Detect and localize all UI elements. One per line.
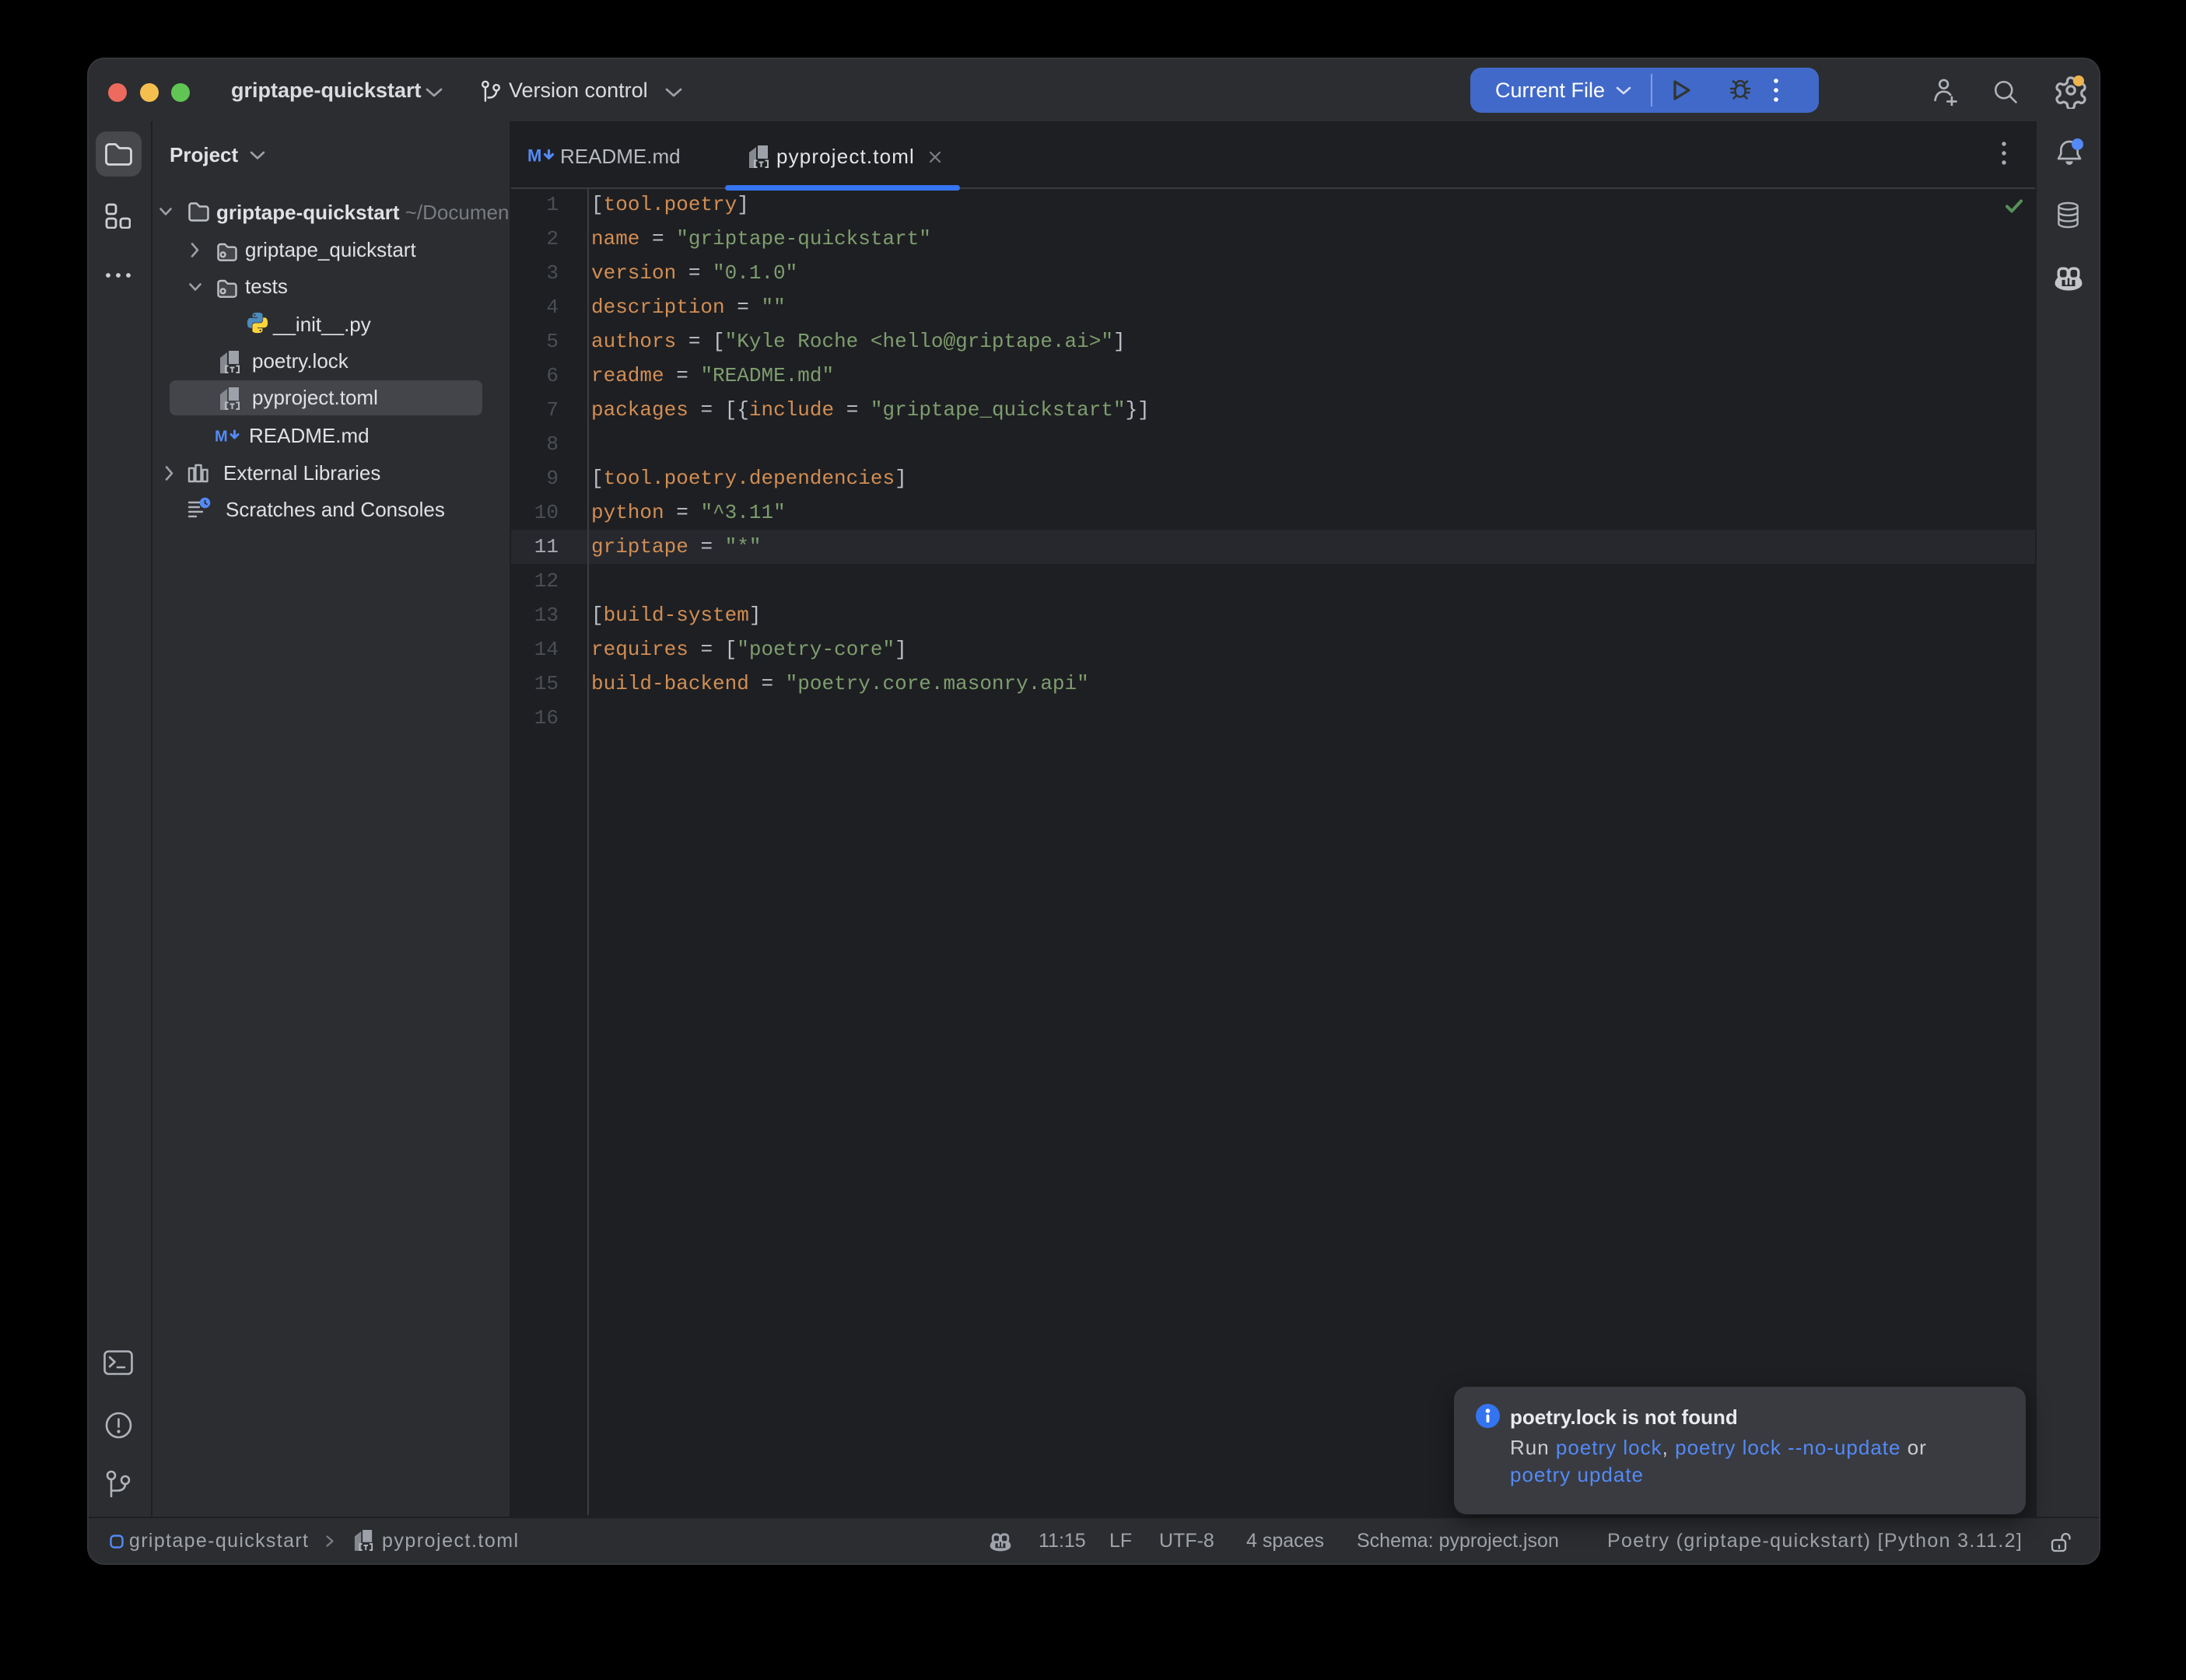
svg-text:M: M <box>527 149 541 164</box>
svg-text:M: M <box>215 429 228 443</box>
